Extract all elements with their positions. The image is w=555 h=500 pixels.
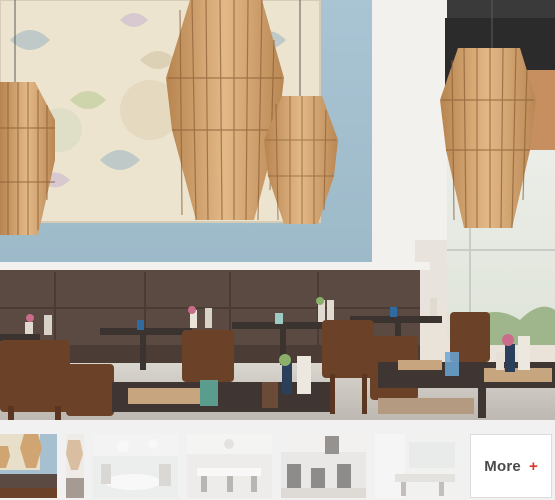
thumbnail-2[interactable] <box>66 434 84 498</box>
thumbnail-4[interactable] <box>187 434 272 498</box>
thumbnail-5-image <box>281 434 366 498</box>
main-photo[interactable] <box>0 0 555 420</box>
plus-icon: + <box>528 457 538 475</box>
thumbnail-2-image <box>66 434 84 498</box>
thumbnail-5[interactable] <box>281 434 366 498</box>
thumbnail-1-image <box>0 434 57 498</box>
more-button-label: More <box>484 457 521 475</box>
restaurant-interior-photo <box>0 0 555 420</box>
image-viewer: More + <box>0 0 555 500</box>
thumbnail-3[interactable] <box>93 434 178 498</box>
thumbnail-4-image <box>187 434 272 498</box>
thumbnail-6-image <box>375 434 460 498</box>
more-button[interactable]: More + <box>470 434 552 498</box>
thumbnail-1[interactable] <box>0 434 57 498</box>
thumbnail-3-image <box>93 434 178 498</box>
thumbnail-6[interactable] <box>375 434 460 498</box>
